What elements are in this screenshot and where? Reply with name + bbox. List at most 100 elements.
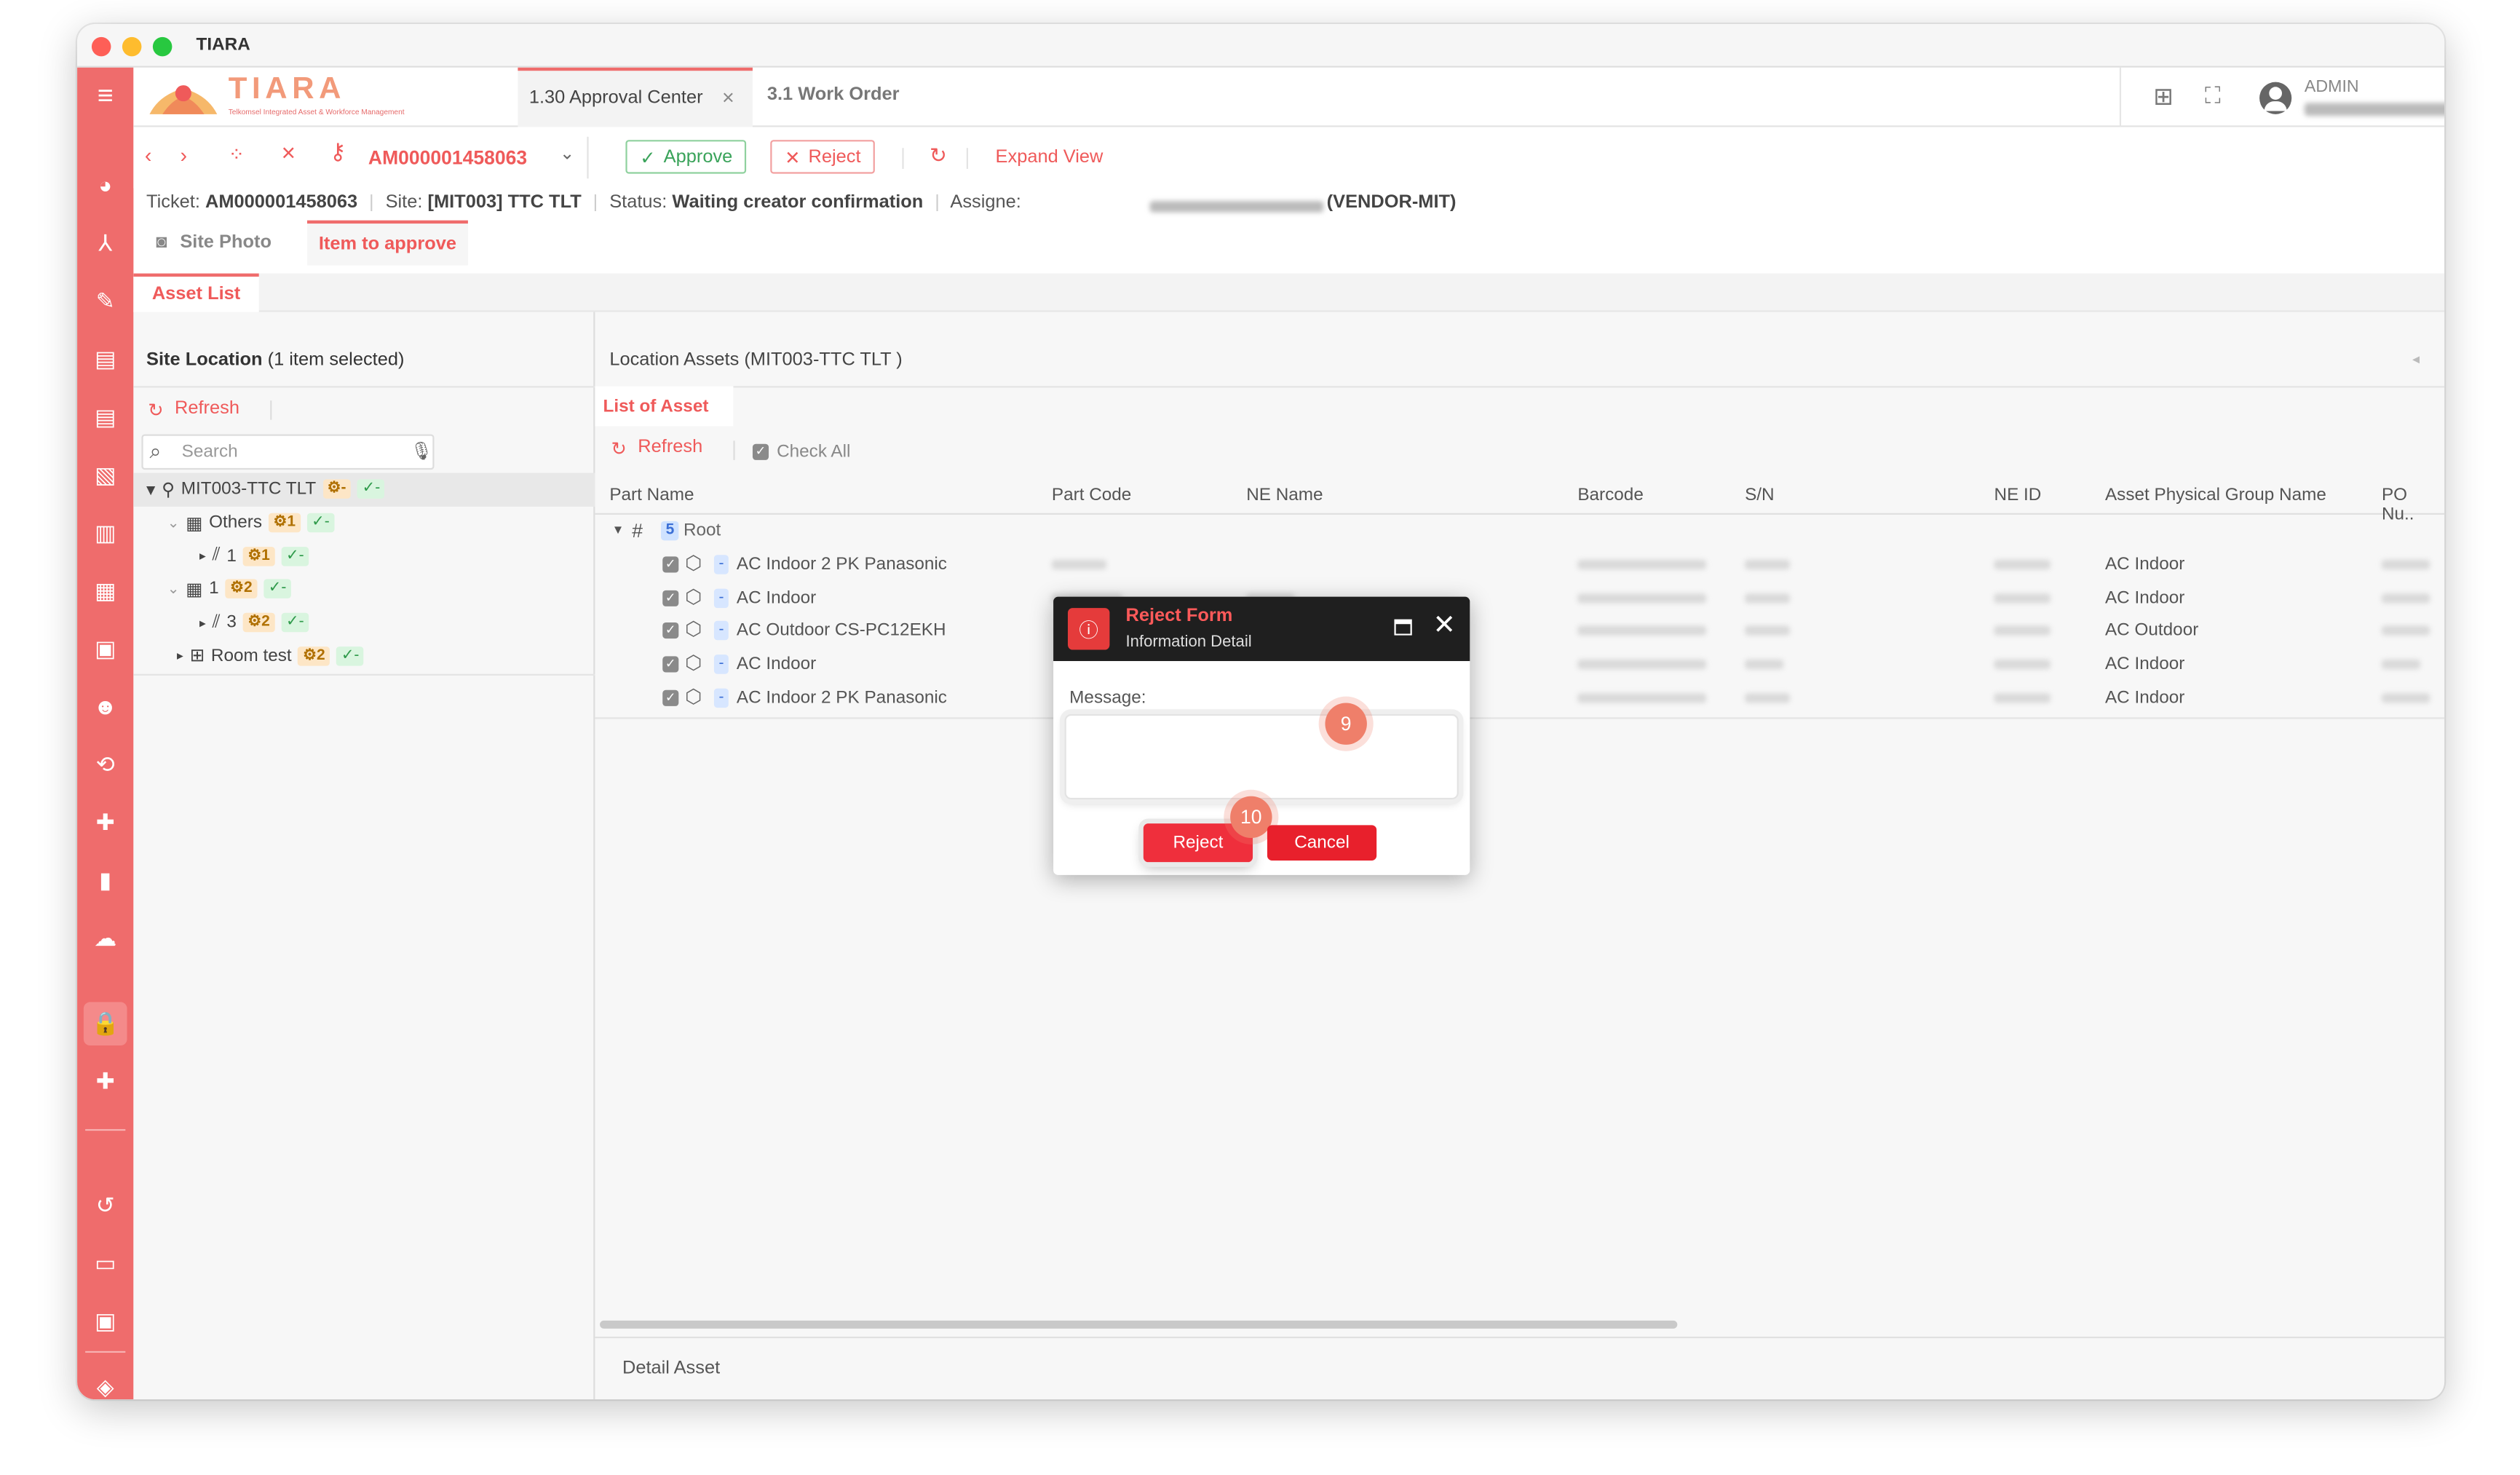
refresh-button[interactable]: ↻ Refresh [148, 399, 239, 422]
window-title: TIARA [196, 35, 250, 55]
history-icon[interactable]: ↺ [77, 1185, 133, 1224]
workflow-icon[interactable]: ⁘ [229, 143, 245, 166]
checkbox-icon[interactable]: ✓ [662, 689, 679, 706]
microphone-icon[interactable]: 🎙 [410, 440, 432, 462]
image-icon[interactable]: ▧ [77, 455, 133, 494]
reject-form-dialog: ⓘ Reject Form Information Detail ✕ Messa… [1053, 596, 1470, 875]
title-bar: TIARA [77, 24, 2445, 68]
refresh-button[interactable]: ↻ Refresh [611, 438, 703, 460]
network-icon[interactable]: ⅄ [77, 224, 133, 262]
extension-icon[interactable]: ✚ [77, 1061, 133, 1100]
assignee-name-redacted [1149, 201, 1324, 213]
caret-down-icon[interactable]: ▾ [146, 479, 155, 500]
cancel-button[interactable]: Cancel [1267, 825, 1377, 861]
approve-button[interactable]: ✓ Approve [625, 140, 748, 174]
zoom-window-button[interactable] [152, 36, 173, 57]
cube-icon: ⬡ [685, 585, 702, 608]
caret-right-icon[interactable]: ▸ [199, 615, 206, 630]
id-card-icon[interactable]: ▭ [77, 1243, 133, 1282]
store-icon[interactable]: ▥ [77, 513, 133, 552]
search-icon: ⌕ [149, 439, 162, 464]
archive-icon[interactable]: ▣ [77, 629, 133, 668]
col-part-code[interactable]: Part Code [1052, 486, 1131, 505]
close-window-button[interactable] [91, 36, 111, 57]
table-row[interactable]: ✓ ⬡ - AC Outdoor CS-PC12EKH AC Outdoor [595, 615, 2444, 649]
puzzle-icon[interactable]: ✚ [77, 802, 133, 841]
table-row[interactable]: ✓ ⬡ - AC Indoor AC Indoor [595, 649, 2444, 682]
message-label: Message: [1069, 688, 1146, 708]
sync-icon[interactable]: ⟲ [77, 745, 133, 783]
lock-icon[interactable]: 🔒 [83, 1002, 127, 1046]
clipboard-list-icon[interactable]: ▤ [77, 398, 133, 436]
tab-list-of-asset[interactable]: List of Asset [595, 386, 734, 427]
wrench-icon[interactable]: ✎ [77, 282, 133, 320]
hamburger-menu-icon[interactable]: ≡ [77, 77, 133, 116]
close-tab-icon[interactable]: × [722, 85, 734, 109]
tab-approval-center[interactable]: 1.30 Approval Center × [518, 67, 753, 127]
table-row[interactable]: ✓ ⬡ - AC Indoor 2 PK Panasonic AC Indoor [595, 548, 2444, 582]
grid-view-icon[interactable]: ⊞ [2153, 82, 2174, 111]
col-asset-physical-group[interactable]: Asset Physical Group Name [2105, 486, 2326, 505]
caret-right-icon[interactable]: ▸ [177, 649, 183, 663]
collapse-icon[interactable]: ◂ [2412, 351, 2420, 368]
search-input[interactable]: ⌕ Search 🎙 [141, 434, 435, 470]
tab-site-photo[interactable]: ◙ Site Photo [156, 221, 301, 266]
tree-node-room-test[interactable]: ▸ ⊞ Room test ⚙2 ✓- [146, 639, 589, 673]
user-role: ADMIN [2304, 77, 2359, 97]
table-row[interactable]: ✓ ⬡ - AC Indoor AC Indoor [595, 582, 2444, 615]
col-barcode[interactable]: Barcode [1577, 486, 1644, 505]
clipboard-icon[interactable]: ▤ [77, 339, 133, 378]
col-ne-name[interactable]: NE Name [1246, 486, 1323, 505]
close-icon[interactable]: ✕ [1433, 609, 1455, 641]
server-icon[interactable]: ▦ [77, 571, 133, 609]
users-icon[interactable]: ☻ [77, 687, 133, 725]
checkbox-icon[interactable]: ✓ [662, 656, 679, 673]
caret-right-icon[interactable]: ▸ [199, 549, 206, 563]
col-sn[interactable]: S/N [1745, 486, 1775, 505]
maximize-icon[interactable] [1394, 619, 1412, 636]
close-icon[interactable]: × [282, 140, 296, 167]
caret-down-icon[interactable]: ⌄ [167, 514, 180, 531]
tree-node-others[interactable]: ⌄ ▦ Others ⚙1 ✓- [146, 506, 589, 539]
col-part-name[interactable]: Part Name [609, 486, 694, 505]
minimize-window-button[interactable] [122, 36, 142, 57]
table-row[interactable]: ✓ ⬡ - AC Indoor 2 PK Panasonic AC Indoor [595, 681, 2444, 715]
book-icon[interactable]: ▮ [77, 861, 133, 899]
reject-button[interactable]: ✕ Reject [770, 140, 876, 174]
forward-icon[interactable]: › [180, 143, 187, 167]
tab-item-to-approve[interactable]: Item to approve [306, 220, 468, 266]
cloud-icon[interactable]: ☁ [77, 919, 133, 957]
caret-down-icon[interactable]: ⌄ [167, 580, 180, 598]
toolbar: ‹ › ⁘ × ⚷ AM000001458063 ⌄ ✓ Approve ✕ Rej… [133, 127, 2445, 189]
building-icon: ▦ [186, 513, 203, 534]
fullscreen-icon[interactable]: ⛶ [2205, 82, 2221, 110]
tab-asset-list[interactable]: Asset List [133, 273, 259, 312]
app-logo-icon[interactable]: ◈ [77, 1367, 133, 1399]
tree-node-building-3[interactable]: ▸ ⫽ 3 ⚙2 ✓- [146, 606, 589, 639]
tree-node-others-1[interactable]: ▸ ⫽ 1 ⚙1 ✓- [146, 539, 589, 573]
checkbox-icon[interactable]: ✓ [662, 556, 679, 573]
expand-view-link[interactable]: Expand View [996, 148, 1104, 167]
checkbox-icon[interactable]: ✓ [662, 590, 679, 606]
info-site: [MIT003] TTC TLT [427, 193, 582, 213]
checkbox-icon[interactable]: ✓ [662, 622, 679, 639]
cube-icon: ⬡ [685, 684, 702, 708]
refresh-icon: ↻ [148, 402, 164, 422]
avatar[interactable] [2259, 82, 2292, 114]
tab-work-order[interactable]: 3.1 Work Order [756, 68, 994, 127]
refresh-icon[interactable]: ↻ [930, 143, 947, 169]
table-row-root[interactable]: ▾ # 5 Root [595, 515, 2444, 548]
contact-card-icon[interactable]: ▣ [77, 1301, 133, 1340]
caret-down-icon[interactable]: ▾ [614, 521, 622, 539]
ticket-id[interactable]: AM000001458063 [368, 146, 527, 169]
col-ne-id[interactable]: NE ID [1994, 486, 2042, 505]
message-textarea[interactable] [1064, 713, 1459, 800]
back-icon[interactable]: ‹ [145, 143, 152, 167]
brand-logo: TIARA Telkomsel Integrated Asset & Workf… [146, 72, 468, 121]
chevron-down-icon[interactable]: ⌄ [560, 143, 574, 165]
dashboard-icon[interactable]: ◕ [77, 166, 133, 205]
tree-node-building-1[interactable]: ⌄ ▦ 1 ⚙2 ✓- [146, 573, 589, 606]
check-all-checkbox[interactable]: ✓ Check All [752, 443, 850, 462]
horizontal-scrollbar[interactable] [600, 1320, 1678, 1329]
tree-node-root[interactable]: ▾ ⚲ MIT003-TTC TLT ⚙- ✓- [146, 473, 589, 507]
